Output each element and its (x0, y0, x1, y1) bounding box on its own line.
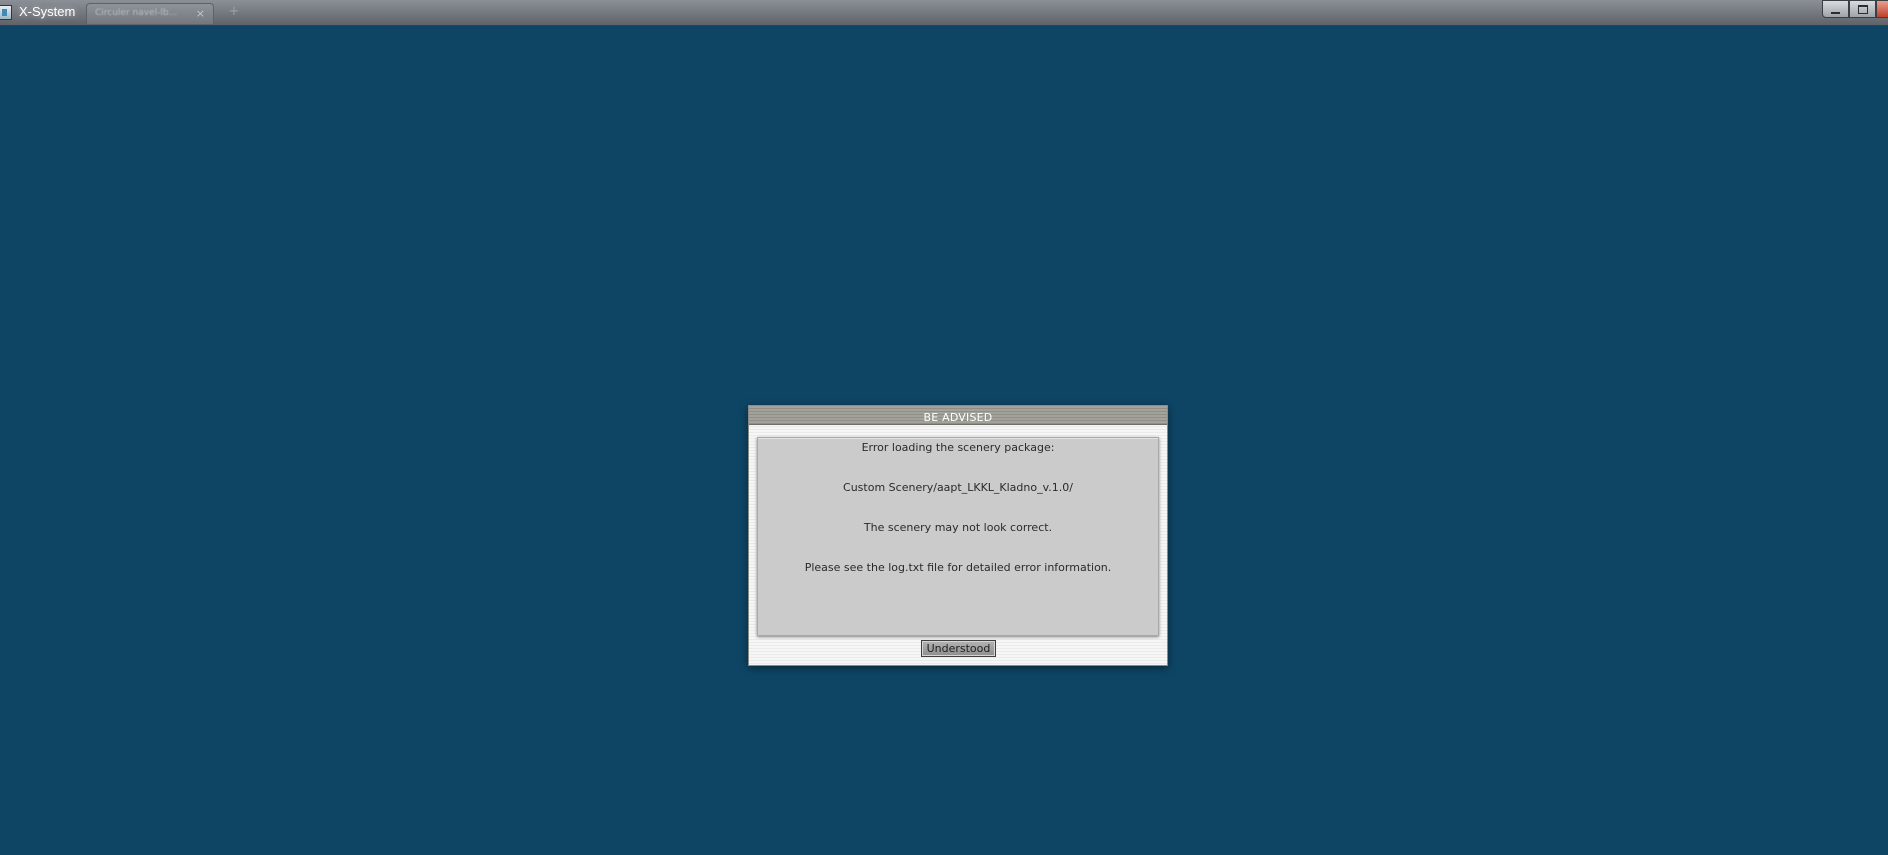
close-icon[interactable] (1876, 0, 1888, 18)
advisory-dialog: BE ADVISED Error loading the scenery pac… (748, 405, 1168, 666)
window-title: X-System (19, 4, 76, 19)
tab-label: Circuler navel-lb... (95, 8, 178, 18)
window-title-bar[interactable]: X-System Circuler navel-lb... × + (0, 0, 1888, 26)
error-message: Error loading the scenery package: (861, 441, 1055, 454)
scenery-path: Custom Scenery/aapt_LKKL_Kladno_v.1.0/ (843, 481, 1073, 494)
dialog-title: BE ADVISED (923, 411, 993, 424)
x-system-app-icon[interactable] (0, 5, 12, 20)
new-tab-icon[interactable]: + (224, 4, 244, 22)
warning-message: The scenery may not look correct. (863, 521, 1053, 534)
window-controls (1822, 0, 1888, 19)
tab-close-icon[interactable]: × (196, 7, 205, 20)
title-bar-tab[interactable]: Circuler navel-lb... × (86, 3, 214, 24)
maximize-icon[interactable] (1849, 0, 1876, 18)
log-hint-message: Please see the log.txt file for detailed… (804, 561, 1112, 574)
dialog-header[interactable]: BE ADVISED (749, 406, 1167, 425)
understood-button[interactable]: Understood (921, 640, 996, 657)
minimize-icon[interactable] (1822, 0, 1849, 18)
dialog-message-panel: Error loading the scenery package: Custo… (757, 437, 1159, 636)
